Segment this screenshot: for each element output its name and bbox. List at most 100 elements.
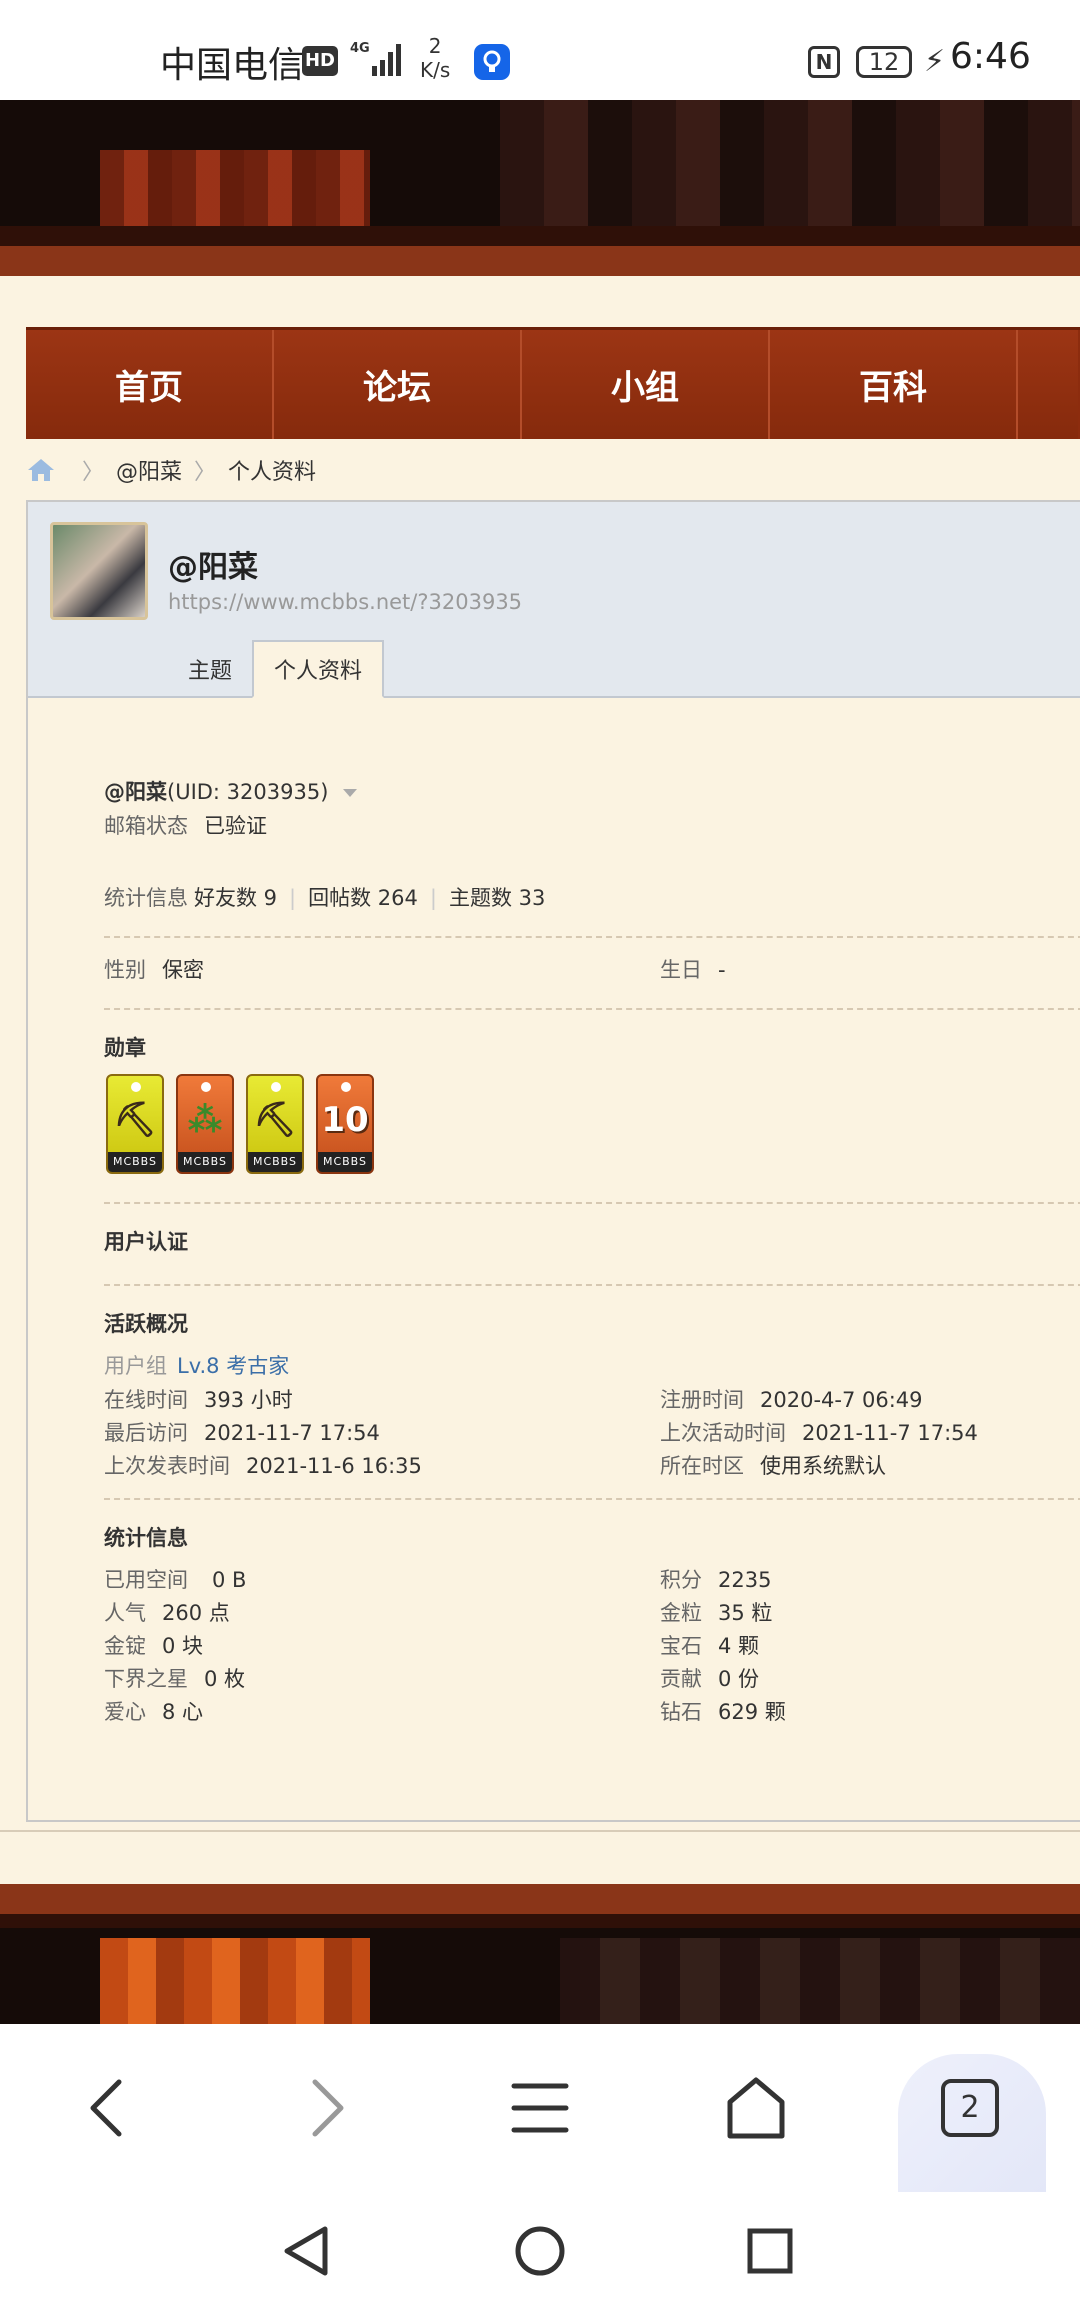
last-active-row: 上次活动时间 2021-11-7 17:54: [660, 1417, 978, 1447]
nav-item-more[interactable]: [1018, 330, 1078, 439]
activity-title: 活跃概况: [104, 1312, 188, 1336]
gender-label: 性别: [104, 958, 146, 982]
divider: [104, 1202, 1080, 1204]
tabs-button[interactable]: 2: [930, 2068, 1010, 2148]
points-value: 2235: [718, 1568, 772, 1592]
nfc-icon: N: [808, 46, 840, 78]
points-label: 积分: [660, 1568, 702, 1592]
avatar[interactable]: [50, 522, 148, 620]
topics-link[interactable]: 主题数 33: [449, 886, 545, 910]
register-label: 注册时间: [660, 1388, 744, 1412]
popularity-label: 人气: [104, 1601, 146, 1625]
profile-tabs: 主题 个人资料: [168, 640, 385, 698]
birthday-row: 生日 -: [660, 954, 726, 984]
space-row: 已用空间 0 B: [104, 1564, 246, 1594]
space-value: 0 B: [212, 1568, 247, 1592]
gold-grain-row: 金粒 35 粒: [660, 1597, 772, 1627]
nether-star-row: 下界之星 0 枚: [104, 1663, 245, 1693]
square-recents-icon: [747, 2228, 793, 2274]
usergroup-row: 用户组 Lv.8 考古家: [104, 1350, 289, 1380]
svg-text:4G: 4G: [350, 41, 370, 56]
heart-value: 8 心: [162, 1700, 204, 1724]
browser-toolbar: 2: [0, 2024, 1080, 2192]
carrier-name: 中国电信: [160, 45, 305, 86]
ingot-row: 金锭 0 块: [104, 1630, 203, 1660]
profile-username: @阳菜: [168, 550, 258, 585]
last-active-value: 2021-11-7 17:54: [802, 1421, 978, 1445]
home-button[interactable]: [716, 2068, 796, 2148]
medal-list: ⛏ MCBBS ⁂ MCBBS ⛏ MCBBS 10 MCBBS: [106, 1074, 374, 1174]
timezone-row: 所在时区 使用系统默认: [660, 1450, 886, 1480]
pickaxe-icon: ⛏: [113, 1100, 157, 1140]
space-label: 已用空间: [104, 1568, 188, 1592]
popularity-value: 260 点: [162, 1601, 230, 1625]
system-back-button[interactable]: [272, 2216, 342, 2286]
bulb-app-icon: [474, 44, 510, 80]
uid: (UID: 3203935): [167, 780, 329, 804]
home-outline-icon: [727, 2077, 785, 2139]
nav-item-wiki[interactable]: 百科: [770, 330, 1018, 439]
clock: 6:46: [950, 36, 1031, 77]
menu-button[interactable]: [500, 2068, 580, 2148]
contribution-label: 贡献: [660, 1667, 702, 1691]
nav-item-group[interactable]: 小组: [522, 330, 770, 439]
sprout-icon: ⁂: [187, 1100, 223, 1140]
friends-link[interactable]: 好友数 9: [194, 886, 277, 910]
tab-topics[interactable]: 主题: [168, 640, 252, 698]
nav-item-home[interactable]: 首页: [26, 330, 274, 439]
divider: [104, 936, 1080, 938]
footer-banner: [0, 1884, 1080, 2024]
birthday-value: -: [718, 958, 726, 982]
register-value: 2020-4-7 06:49: [760, 1388, 923, 1412]
replies-link[interactable]: 回帖数 264: [308, 886, 418, 910]
forward-arrow-icon: [312, 2079, 344, 2137]
usergroup-link[interactable]: Lv.8 考古家: [177, 1354, 289, 1378]
forward-button[interactable]: [286, 2068, 366, 2148]
nether-star-label: 下界之星: [104, 1667, 188, 1691]
breadcrumb-user-link[interactable]: @阳菜: [116, 454, 182, 486]
medal-pickaxe[interactable]: ⛏ MCBBS: [106, 1074, 164, 1174]
gem-row: 宝石 4 颗: [660, 1630, 759, 1660]
last-visit-value: 2021-11-7 17:54: [204, 1421, 380, 1445]
divider: [0, 1830, 1080, 1832]
online-value: 393 小时: [204, 1388, 293, 1412]
detail-username: @阳菜: [104, 780, 167, 804]
circle-home-icon: [515, 2226, 565, 2276]
timezone-value: 使用系统默认: [760, 1454, 886, 1478]
usergroup-label: 用户组: [104, 1354, 167, 1378]
hd-badge: HD: [302, 46, 338, 76]
last-active-label: 上次活动时间: [660, 1421, 786, 1445]
home-icon[interactable]: [26, 457, 56, 483]
gold-grain-value: 35 粒: [718, 1601, 773, 1625]
gender-row: 性别 保密: [104, 954, 204, 984]
medal-ten-label: 10: [321, 1100, 369, 1140]
register-time-row: 注册时间 2020-4-7 06:49: [660, 1384, 923, 1414]
heart-label: 爱心: [104, 1700, 146, 1724]
profile-url[interactable]: https://www.mcbbs.net/?3203935: [168, 590, 522, 614]
profile-card: @阳菜 https://www.mcbbs.net/?3203935 主题 个人…: [26, 500, 1080, 1822]
dropdown-icon[interactable]: [343, 789, 358, 797]
signal-icon: 4G: [350, 41, 401, 76]
verification-title: 用户认证: [104, 1230, 188, 1254]
medal-pickaxe[interactable]: ⛏ MCBBS: [246, 1074, 304, 1174]
battery-icon: 12: [856, 46, 912, 78]
nav-item-forum[interactable]: 论坛: [274, 330, 522, 439]
diamond-label: 钻石: [660, 1700, 702, 1724]
online-time-row: 在线时间 393 小时: [104, 1384, 293, 1414]
medals-title: 勋章: [104, 1036, 146, 1060]
tab-profile[interactable]: 个人资料: [252, 640, 385, 698]
last-post-value: 2021-11-6 16:35: [246, 1454, 422, 1478]
site-banner: [0, 100, 1080, 276]
statistics-title: 统计信息: [104, 1526, 188, 1550]
gender-value: 保密: [162, 958, 204, 982]
medal-sprout[interactable]: ⁂ MCBBS: [176, 1074, 234, 1174]
birthday-label: 生日: [660, 958, 702, 982]
medal-ten-years[interactable]: 10 MCBBS: [316, 1074, 374, 1174]
last-post-label: 上次发表时间: [104, 1454, 230, 1478]
nether-star-value: 0 枚: [204, 1667, 246, 1691]
back-button[interactable]: [68, 2068, 148, 2148]
heart-row: 爱心 8 心: [104, 1696, 203, 1726]
system-home-button[interactable]: [505, 2216, 575, 2286]
system-recents-button[interactable]: [735, 2216, 805, 2286]
online-label: 在线时间: [104, 1388, 188, 1412]
